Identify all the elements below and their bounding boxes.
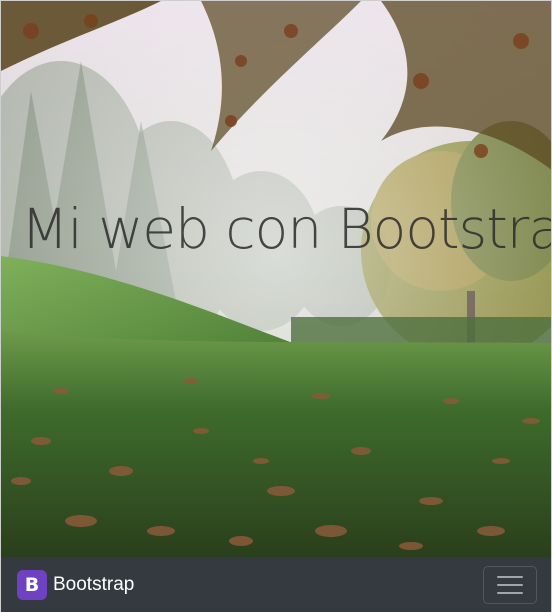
navbar-brand-text: Bootstrap xyxy=(53,574,135,595)
page: Mi web con Bootstrap B Bootstrap xyxy=(0,0,552,612)
bootstrap-logo-icon: B xyxy=(17,570,47,600)
bottom-navbar: B Bootstrap xyxy=(1,557,551,612)
hero-title: Mi web con Bootstrap xyxy=(21,197,552,261)
navbar-brand-link[interactable]: B Bootstrap xyxy=(17,570,134,600)
hero-image: Mi web con Bootstrap xyxy=(1,1,552,557)
hamburger-menu-icon xyxy=(497,584,523,586)
hamburger-menu-icon xyxy=(497,592,523,594)
navbar-toggler-button[interactable] xyxy=(483,566,537,604)
hamburger-menu-icon xyxy=(497,576,523,578)
hero-landscape-illustration xyxy=(1,1,551,557)
